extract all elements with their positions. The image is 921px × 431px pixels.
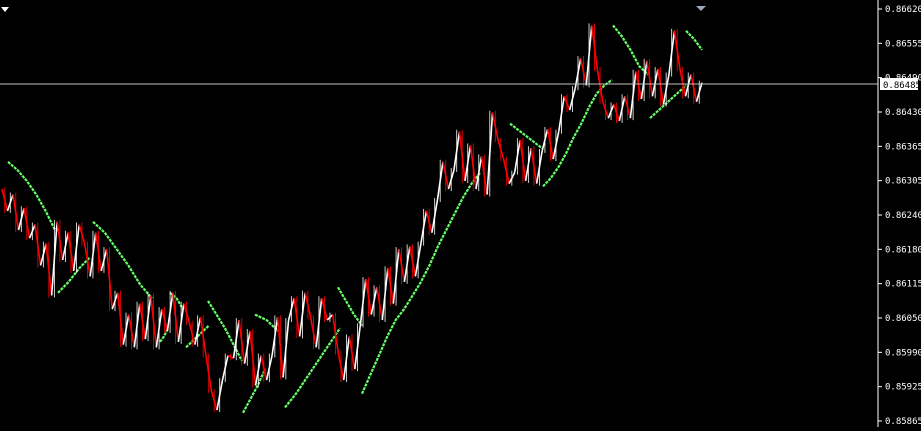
y-tick-label: 0.85925 xyxy=(885,383,921,393)
y-tick-label: 0.86240 xyxy=(885,211,921,221)
y-tick-label: 0.86050 xyxy=(885,314,921,324)
y-tick-label: 0.86555 xyxy=(885,39,921,49)
indicator-segment xyxy=(360,172,481,395)
scroll-marker-icon xyxy=(1,7,9,12)
y-tick-label: 0.85990 xyxy=(885,348,921,358)
chart-area: 0.866200.865550.864900.864300.863650.863… xyxy=(0,0,921,427)
indicator-segment xyxy=(284,327,341,409)
y-tick-label: 0.85865 xyxy=(885,417,921,427)
chart-shift-icon xyxy=(696,6,706,11)
indicator-segment xyxy=(7,160,56,231)
y-tick-label: 0.86115 xyxy=(885,280,921,290)
indicator-segment xyxy=(612,24,649,76)
y-tick-label: 0.86305 xyxy=(885,177,921,187)
current-price-label: 0.86485 xyxy=(883,81,921,91)
indicator-segment xyxy=(92,220,153,299)
indicator-segment xyxy=(337,286,363,327)
y-tick-label: 0.86365 xyxy=(885,142,921,152)
y-tick-label: 0.86620 xyxy=(885,5,921,15)
indicator-segment xyxy=(509,122,543,150)
y-axis-ticks: 0.866200.865550.864900.864300.863650.863… xyxy=(878,5,921,427)
indicator-segment xyxy=(685,30,703,51)
y-tick-label: 0.86180 xyxy=(885,245,921,255)
price-chart: 0.866200.865550.864900.864300.863650.863… xyxy=(0,0,921,427)
y-tick-label: 0.86430 xyxy=(885,108,921,118)
candle-layer xyxy=(1,23,703,413)
